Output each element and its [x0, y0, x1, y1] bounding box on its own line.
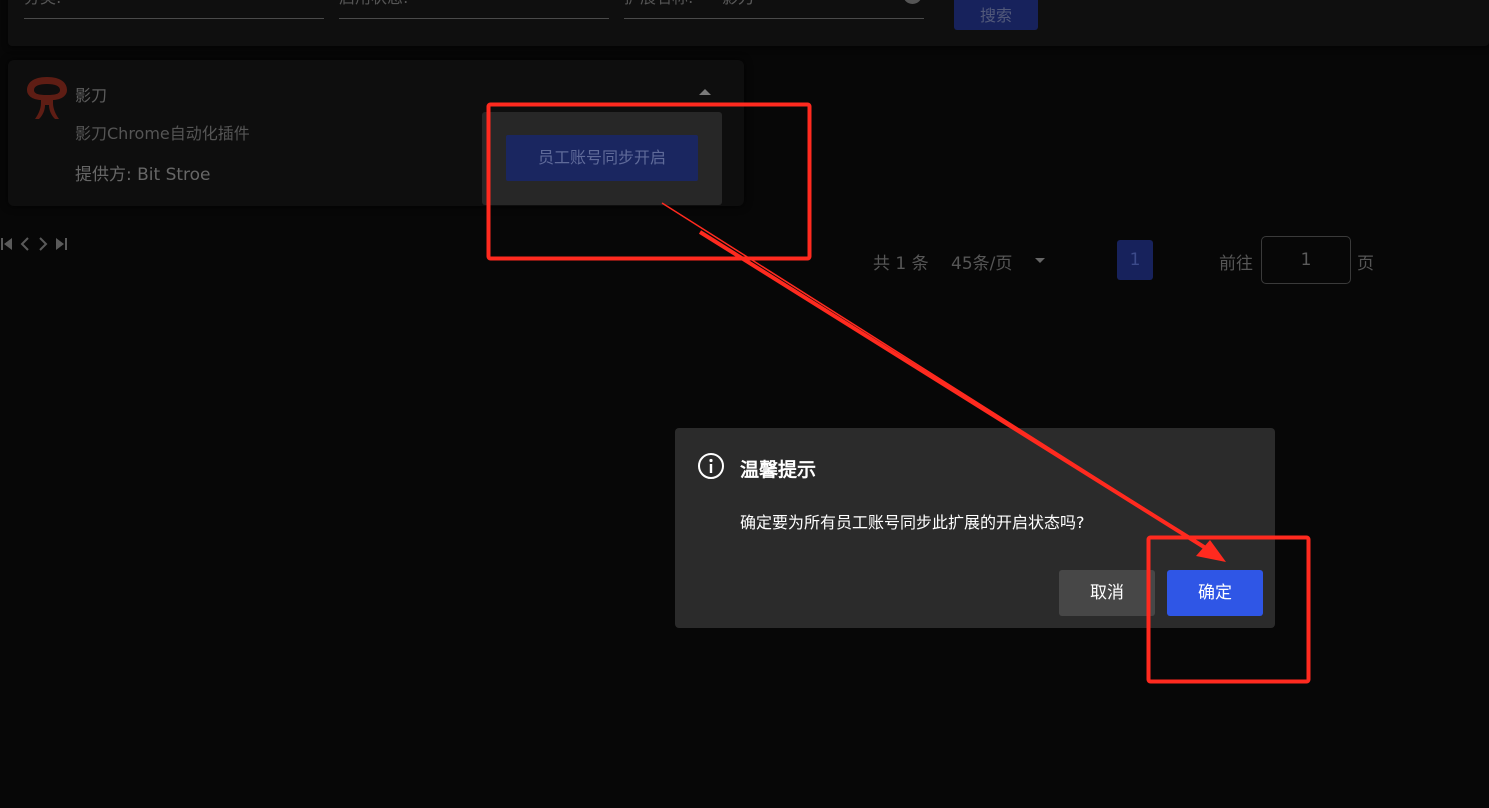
sync-popover: 员工账号同步开启: [482, 112, 722, 205]
category-label: 分类:: [24, 0, 61, 8]
pagination-total: 共 1 条: [873, 254, 929, 274]
status-select[interactable]: 启用状态:: [339, 0, 609, 19]
goto-label: 前往: [1219, 254, 1253, 274]
first-page-icon[interactable]: [0, 237, 14, 251]
last-page-icon[interactable]: [54, 237, 68, 251]
app-root: 分类: 启用状态: 扩展名称: 影刀 × 搜索 影刀 影刀Chrome自动化插件…: [0, 0, 1489, 808]
confirm-button[interactable]: 确定: [1167, 570, 1263, 616]
category-select[interactable]: 分类:: [24, 0, 324, 19]
info-circle-icon: [698, 453, 724, 479]
extension-provider: 提供方: Bit Stroe: [75, 165, 211, 185]
filter-bar: 分类: 启用状态: 扩展名称: 影刀 ×: [8, 0, 1489, 46]
page-size-select[interactable]: 45条/页: [951, 249, 1012, 274]
chevron-up-icon[interactable]: [699, 89, 711, 95]
extension-name-value: 影刀: [722, 0, 754, 8]
dialog-message: 确定要为所有员工账号同步此扩展的开启状态吗?: [740, 513, 1085, 532]
search-button[interactable]: 搜索: [954, 0, 1038, 30]
clear-icon[interactable]: ×: [903, 0, 922, 4]
pagination: 共 1 条 45条/页 1 前往 1 页: [0, 236, 1374, 284]
prev-page-icon[interactable]: [19, 237, 31, 251]
confirm-dialog: 温馨提示 确定要为所有员工账号同步此扩展的开启状态吗? 取消 确定: [675, 428, 1275, 628]
extension-name-label: 扩展名称:: [624, 0, 693, 8]
next-page-icon[interactable]: [37, 237, 49, 251]
cancel-button[interactable]: 取消: [1059, 570, 1155, 616]
sync-enable-button[interactable]: 员工账号同步开启: [506, 135, 698, 181]
extension-name: 影刀: [75, 86, 108, 105]
goto-page-input[interactable]: 1: [1261, 236, 1351, 284]
dialog-title: 温馨提示: [740, 459, 817, 481]
yingdao-logo-icon: [27, 77, 67, 119]
extension-description: 影刀Chrome自动化插件: [75, 124, 250, 143]
status-label: 启用状态:: [339, 0, 408, 8]
extension-name-input[interactable]: 扩展名称: 影刀 ×: [624, 0, 924, 19]
page-unit-label: 页: [1357, 254, 1374, 274]
chevron-down-icon[interactable]: [1035, 258, 1045, 263]
page-number-current[interactable]: 1: [1117, 240, 1153, 280]
